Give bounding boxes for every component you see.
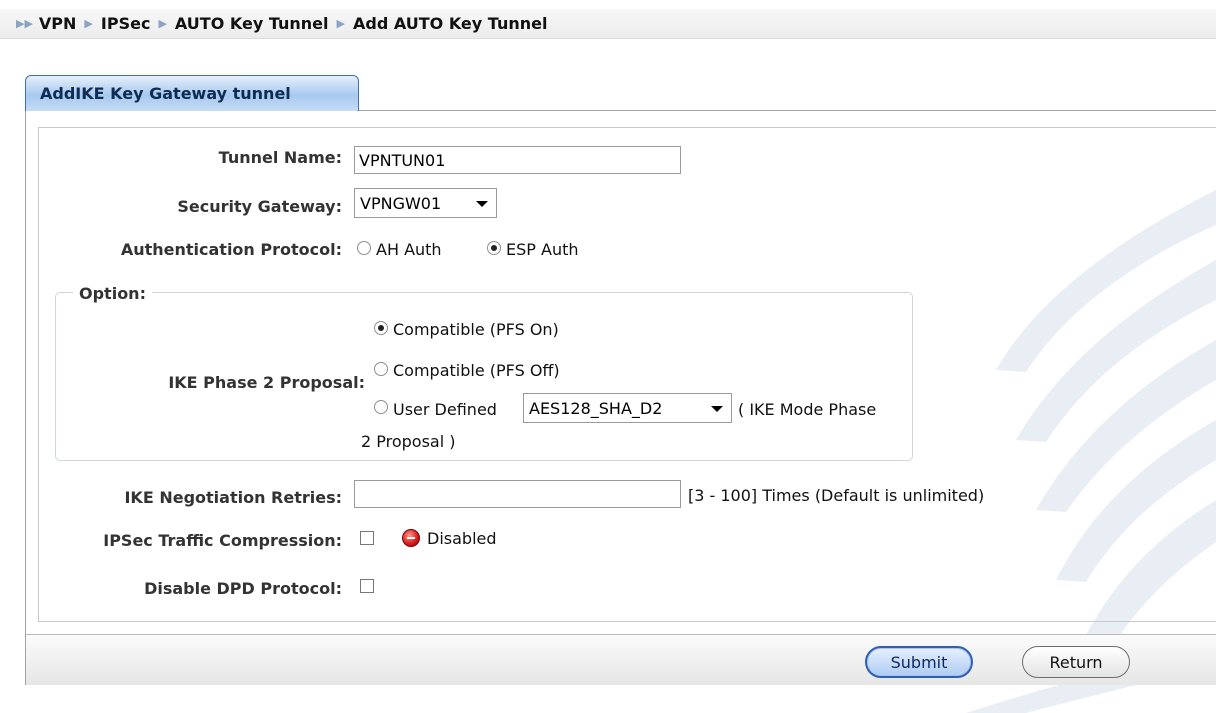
user-defined-label: User Defined: [393, 400, 497, 419]
tunnel-name-input[interactable]: [354, 146, 681, 174]
traffic-compression-checkbox[interactable]: [360, 531, 374, 545]
tab-label: AddIKE Key Gateway tunnel: [40, 84, 291, 103]
return-button[interactable]: Return: [1022, 646, 1130, 678]
security-gateway-value: VPNGW01: [360, 193, 442, 213]
ike-phase2-label: IKE Phase 2 Proposal:: [168, 373, 365, 392]
disable-dpd-label: Disable DPD Protocol:: [144, 579, 342, 598]
disable-dpd-checkbox[interactable]: [360, 579, 374, 593]
pfs-on-label: Compatible (PFS On): [393, 320, 559, 339]
breadcrumb-item-vpn[interactable]: VPN: [39, 14, 77, 33]
arrow-right-icon: ▶: [84, 17, 93, 30]
tab-add-ike-key-gateway-tunnel[interactable]: AddIKE Key Gateway tunnel: [25, 75, 359, 111]
user-defined-proposal-value: AES128_SHA_D2: [529, 398, 663, 418]
user-defined-proposal-select[interactable]: AES128_SHA_D2: [523, 393, 732, 423]
option-legend: Option:: [73, 284, 152, 303]
user-defined-radio[interactable]: [374, 400, 388, 414]
submit-button[interactable]: Submit: [865, 646, 973, 678]
negotiation-retries-input[interactable]: [354, 480, 681, 508]
traffic-compression-label: IPSec Traffic Compression:: [103, 531, 342, 550]
chevron-down-icon: [711, 406, 723, 412]
pfs-on-radio[interactable]: [374, 321, 388, 335]
negotiation-retries-label: IKE Negotiation Retries:: [124, 488, 342, 507]
breadcrumb-item-ipsec[interactable]: IPSec: [101, 14, 151, 33]
double-arrow-icon: ▶▶: [16, 17, 33, 30]
status-disabled-icon: [402, 529, 420, 547]
pfs-off-radio[interactable]: [374, 362, 388, 376]
traffic-compression-status: Disabled: [427, 529, 497, 548]
breadcrumb-item-auto-key-tunnel[interactable]: AUTO Key Tunnel: [175, 14, 329, 33]
pfs-off-label: Compatible (PFS Off): [393, 361, 560, 380]
tunnel-name-label: Tunnel Name:: [218, 148, 342, 167]
esp-auth-radio[interactable]: [487, 241, 501, 255]
ike-mode-hint: ( IKE Mode Phase: [738, 400, 877, 419]
negotiation-retries-hint: [3 - 100] Times (Default is unlimited): [688, 486, 985, 505]
auth-protocol-label: Authentication Protocol:: [120, 240, 342, 259]
breadcrumb: ▶▶ VPN ▶ IPSec ▶ AUTO Key Tunnel ▶ Add A…: [0, 9, 1216, 39]
esp-auth-label: ESP Auth: [506, 240, 579, 259]
arrow-right-icon: ▶: [158, 17, 167, 30]
breadcrumb-item-add-auto-key-tunnel: Add AUTO Key Tunnel: [352, 14, 548, 33]
ike-mode-hint-cont: 2 Proposal ): [361, 432, 456, 451]
chevron-down-icon: [476, 201, 488, 207]
ah-auth-label: AH Auth: [376, 240, 442, 259]
security-gateway-select[interactable]: VPNGW01: [354, 188, 497, 218]
ah-auth-radio[interactable]: [357, 241, 371, 255]
arrow-right-icon: ▶: [336, 17, 345, 30]
security-gateway-label: Security Gateway:: [177, 197, 342, 216]
